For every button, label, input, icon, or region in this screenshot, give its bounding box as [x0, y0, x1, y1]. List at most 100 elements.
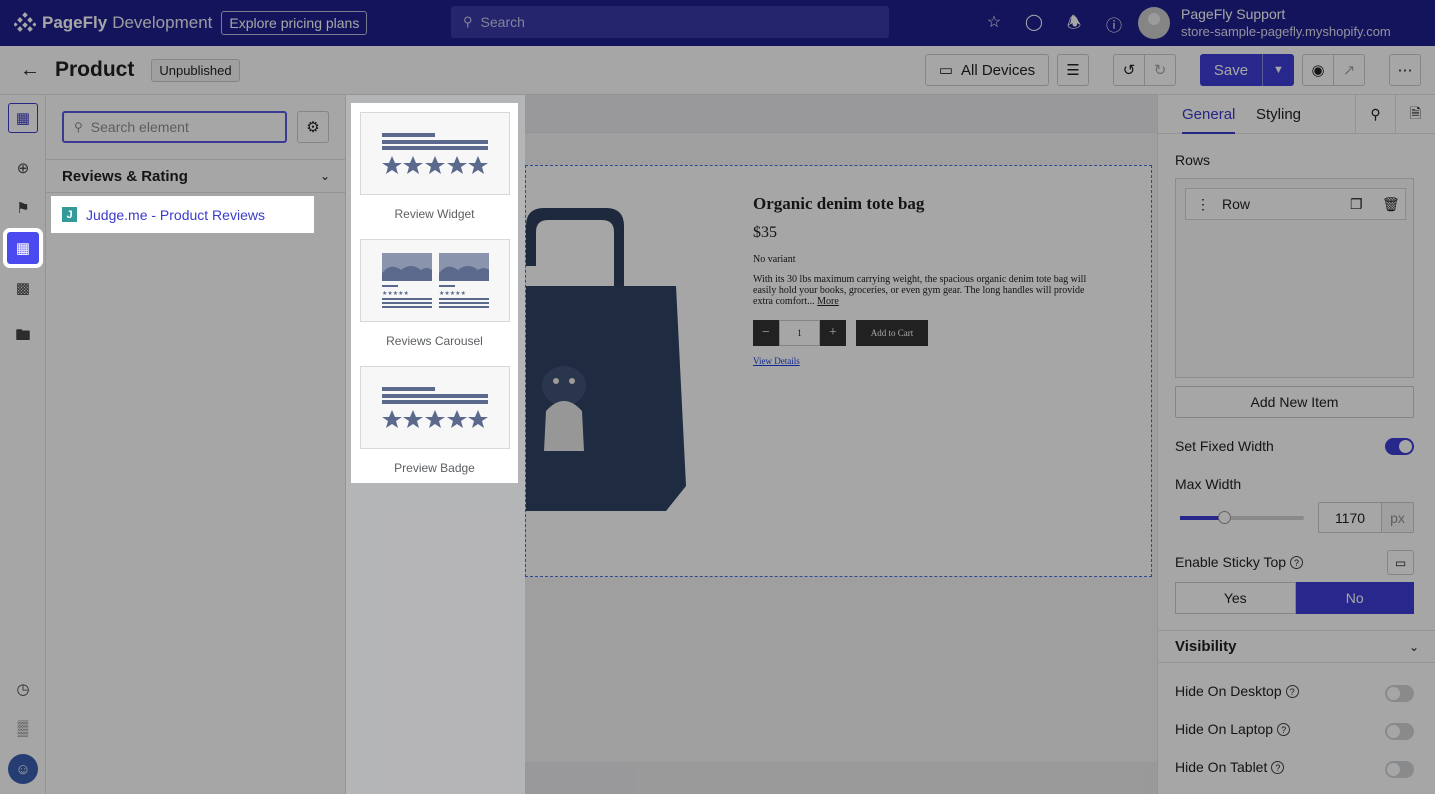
yes-button[interactable]: Yes: [1175, 582, 1296, 614]
row-item-label: Row: [1222, 196, 1251, 212]
chevron-down-icon: ⌄: [1408, 639, 1419, 654]
top-bar: PageFly Development Explore pricing plan…: [0, 0, 1435, 46]
search-icon[interactable]: ⚲: [1355, 95, 1395, 134]
back-arrow-icon[interactable]: ←: [20, 59, 42, 82]
pagefly-logo[interactable]: PageFly Development: [14, 12, 212, 34]
user-menu[interactable]: PageFly Support store-sample-pagefly.mys…: [1138, 6, 1391, 40]
user-avatar: [1138, 7, 1170, 39]
explore-pricing-button[interactable]: Explore pricing plans: [221, 11, 368, 35]
preview-button[interactable]: ◉: [1302, 54, 1334, 86]
help-icon[interactable]: ?: [1277, 723, 1291, 736]
review-widget-label: Review Widget: [394, 207, 475, 221]
all-devices-button[interactable]: ▭ All Devices: [925, 54, 1049, 86]
copy-icon[interactable]: ❐: [1350, 196, 1363, 213]
gear-icon: ⚙: [306, 119, 320, 136]
product-section[interactable]: Organic denim tote bag $35 No variant Wi…: [525, 165, 1152, 577]
product-title: Organic denim tote bag: [753, 194, 925, 213]
help-icon[interactable]: ?: [1290, 556, 1304, 569]
visibility-header[interactable]: Visibility ⌄: [1158, 630, 1435, 663]
pagefly-logo-icon: [14, 12, 36, 32]
search-icon: ⚲: [74, 120, 83, 134]
review-widget-card[interactable]: [360, 112, 510, 195]
hide-laptop-toggle[interactable]: [1385, 723, 1414, 740]
review-widget-thumbnail: [382, 133, 488, 174]
page-title: Product: [55, 58, 135, 81]
layers-icon[interactable]: ▦: [8, 103, 38, 133]
help-icon[interactable]: ⓘ: [1094, 12, 1134, 39]
device-monitor-button[interactable]: ▭: [1387, 550, 1414, 575]
settings-button[interactable]: ⚙: [297, 111, 329, 143]
editor-canvas: Organic denim tote bag $35 No variant Wi…: [525, 95, 1157, 794]
global-search-input[interactable]: ⚲ Search: [451, 6, 889, 38]
terminal-icon[interactable]: ▒: [7, 712, 39, 744]
publish-button[interactable]: ↗: [1333, 54, 1365, 86]
hide-laptop-label: Hide On Laptop?: [1175, 721, 1291, 737]
bell-icon[interactable]: 🕭: [1054, 12, 1094, 39]
trash-icon[interactable]: 🗑: [1382, 196, 1400, 213]
folder-icon[interactable]: 🖿: [7, 321, 39, 353]
more-dots-icon: ⋯: [1397, 62, 1413, 79]
category-header[interactable]: Reviews & Rating ⌄: [46, 159, 346, 193]
judgeme-element-popup: Review Widget ★★★★★ ★★★★★ Reviews Carouse…: [351, 103, 518, 483]
history-icon[interactable]: ◷: [7, 673, 39, 705]
unit-label: px: [1382, 503, 1413, 532]
reviews-carousel-card[interactable]: ★★★★★ ★★★★★: [360, 239, 510, 322]
help-icon[interactable]: ?: [1271, 761, 1285, 774]
monitor-icon: ▭: [1394, 555, 1407, 570]
chat-icon[interactable]: ◯: [1014, 12, 1054, 39]
apps-grid-icon[interactable]: ▦: [3, 228, 43, 268]
env-label: Development: [112, 13, 213, 32]
max-width-value[interactable]: 1170: [1319, 503, 1382, 532]
hide-laptop-text: Hide On Laptop: [1175, 721, 1274, 737]
tote-bag-image[interactable]: [526, 206, 686, 516]
sticky-yes-no: Yes No: [1175, 582, 1414, 614]
add-new-item-button[interactable]: Add New Item: [1175, 386, 1414, 418]
judgeme-label: Judge.me - Product Reviews: [86, 206, 265, 223]
shopify-icon[interactable]: ⚑: [7, 192, 39, 224]
tab-general[interactable]: General: [1182, 106, 1236, 134]
max-width-input[interactable]: 1170 px: [1318, 502, 1414, 533]
quantity-stepper: − 1 + Add to Cart: [753, 320, 1093, 346]
redo-button[interactable]: ↻: [1144, 54, 1176, 86]
document-icon[interactable]: 🗎: [1395, 95, 1435, 134]
category-label: Reviews & Rating: [62, 167, 188, 185]
no-button[interactable]: No: [1295, 582, 1414, 614]
save-button[interactable]: Save ▼: [1200, 54, 1294, 86]
hide-tablet-toggle[interactable]: [1385, 761, 1414, 778]
eye-icon: ◉: [1311, 62, 1325, 79]
help-icon[interactable]: ?: [1285, 685, 1299, 698]
star-icon[interactable]: ☆: [974, 12, 1014, 39]
svg-text:★★★★★: ★★★★★: [439, 290, 466, 297]
reviews-carousel-thumbnail: ★★★★★ ★★★★★: [382, 253, 489, 308]
chevron-down-icon[interactable]: ▼: [1262, 54, 1294, 86]
more-options-button[interactable]: ⋯: [1389, 54, 1421, 86]
hide-desktop-toggle[interactable]: [1385, 685, 1414, 702]
redo-icon: ↻: [1153, 62, 1167, 79]
tab-styling[interactable]: Styling: [1256, 106, 1301, 123]
hide-tablet-label: Hide On Tablet?: [1175, 759, 1285, 775]
minus-button[interactable]: −: [753, 320, 779, 346]
quantity-input[interactable]: 1: [779, 320, 820, 346]
canvas-top-strip: [525, 95, 1157, 133]
max-width-slider[interactable]: [1180, 511, 1304, 524]
drag-handle-icon[interactable]: ⋮: [1196, 196, 1210, 213]
rows-label: Rows: [1175, 152, 1211, 168]
add-element-icon[interactable]: ⊕: [7, 152, 39, 184]
search-element-input[interactable]: ⚲ Search element: [62, 111, 287, 143]
judgeme-app-item[interactable]: J Judge.me - Product Reviews: [51, 196, 314, 233]
hide-desktop-text: Hide On Desktop: [1175, 683, 1282, 699]
undo-button[interactable]: ↺: [1113, 54, 1145, 86]
settings-sliders-button[interactable]: ☰: [1057, 54, 1089, 86]
preview-badge-card[interactable]: [360, 366, 510, 449]
row-item[interactable]: ⋮ Row ❐ 🗑: [1185, 188, 1406, 220]
sticky-text: Enable Sticky Top: [1175, 554, 1287, 570]
fixed-width-toggle[interactable]: [1385, 438, 1414, 455]
sections-icon[interactable]: ▩: [7, 272, 39, 304]
more-link[interactable]: More: [817, 296, 839, 307]
slider-handle[interactable]: [1218, 511, 1231, 524]
preview-badge-thumbnail: [382, 387, 488, 428]
view-details-link[interactable]: View Details: [753, 356, 1093, 366]
avatar[interactable]: ☺: [8, 754, 38, 784]
plus-button[interactable]: +: [820, 320, 846, 346]
add-to-cart-button[interactable]: Add to Cart: [856, 320, 928, 346]
